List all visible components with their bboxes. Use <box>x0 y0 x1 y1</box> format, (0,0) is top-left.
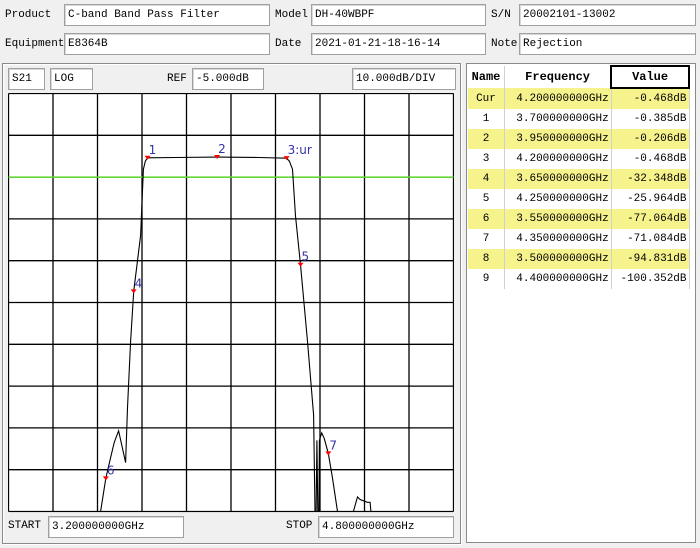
marker-label: 3:ur <box>288 143 312 157</box>
marker-name: 6 <box>468 209 505 229</box>
marker-row[interactable]: Cur 4.200000000GHz -0.468dB <box>468 88 690 109</box>
marker-name: 1 <box>468 109 505 129</box>
marker-value: -25.964dB <box>611 189 690 209</box>
marker-value: -71.084dB <box>611 229 690 249</box>
marker-row[interactable]: 2 3.950000000GHz -0.206dB <box>468 129 690 149</box>
ref-label: REF <box>167 73 187 85</box>
marker-frequency: 3.550000000GHz <box>504 209 612 229</box>
marker-label: 2 <box>218 142 226 156</box>
marker-value: -94.831dB <box>611 249 690 269</box>
marker-value: -77.064dB <box>611 209 690 229</box>
marker-frequency: 4.400000000GHz <box>504 269 612 289</box>
format-field[interactable]: LOG <box>50 68 93 90</box>
marker-row[interactable]: 9 4.400000000GHz -100.352dB <box>468 269 690 289</box>
marker-value: -32.348dB <box>611 169 690 189</box>
equipment-label: Equipment <box>5 38 65 50</box>
trace-plot[interactable]: 1 2 3:ur 4 5 6 7 <box>8 93 454 513</box>
ref-field[interactable]: -5.000dB <box>192 68 264 90</box>
marker-name: 9 <box>468 269 505 289</box>
marker-frequency: 4.250000000GHz <box>504 189 612 209</box>
marker-name: 5 <box>468 189 505 209</box>
trace-line <box>100 156 372 513</box>
stop-field[interactable]: 4.800000000GHz <box>318 516 454 538</box>
start-label: START <box>8 520 42 532</box>
marker-row[interactable]: 5 4.250000000GHz -25.964dB <box>468 189 690 209</box>
marker-frequency: 3.500000000GHz <box>504 249 612 269</box>
product-label: Product <box>5 9 52 21</box>
marker-frequency: 3.950000000GHz <box>504 129 612 149</box>
sn-field[interactable]: 20002101-13002 <box>519 4 696 26</box>
marker-name: 7 <box>468 229 505 249</box>
marker-row[interactable]: 7 4.350000000GHz -71.084dB <box>468 229 690 249</box>
marker-label: 7 <box>329 438 337 452</box>
marker-value: -0.468dB <box>611 149 690 169</box>
marker-frequency: 3.650000000GHz <box>504 169 612 189</box>
product-field[interactable]: C-band Band Pass Filter <box>64 4 270 26</box>
marker-value: -0.206dB <box>611 129 690 149</box>
date-label: Date <box>275 38 302 50</box>
marker-row[interactable]: 4 3.650000000GHz -32.348dB <box>468 169 690 189</box>
marker-label: 5 <box>302 250 310 264</box>
marker-label: 1 <box>149 143 157 157</box>
sn-label: S/N <box>491 9 511 21</box>
marker-value: -100.352dB <box>611 269 690 289</box>
marker-label: 6 <box>107 463 115 477</box>
marker-name: 4 <box>468 169 505 189</box>
marker-row[interactable]: 8 3.500000000GHz -94.831dB <box>468 249 690 269</box>
date-field[interactable]: 2021-01-21-18-16-14 <box>311 33 486 55</box>
equipment-field[interactable]: E8364B <box>64 33 270 55</box>
marker-frequency: 4.200000000GHz <box>504 149 612 169</box>
marker-name: 8 <box>468 249 505 269</box>
header-frequency[interactable]: Frequency <box>504 66 612 88</box>
note-label: Note <box>491 38 518 50</box>
start-field[interactable]: 3.200000000GHz <box>48 516 184 538</box>
marker-frequency: 4.350000000GHz <box>504 229 612 249</box>
marker-row[interactable]: 1 3.700000000GHz -0.385dB <box>468 109 690 129</box>
note-field[interactable]: Rejection <box>519 33 696 55</box>
parameter-field[interactable]: S21 <box>8 68 45 90</box>
marker-label: 4 <box>135 276 143 290</box>
stop-label: STOP <box>286 520 313 532</box>
marker-table: Name Frequency Value Cur 4.200000000GHz -0… <box>468 65 690 289</box>
model-label: Model <box>275 9 309 21</box>
header-name[interactable]: Name <box>468 66 505 88</box>
marker-name: 3 <box>468 149 505 169</box>
scale-field[interactable]: 10.000dB/DIV <box>352 68 456 90</box>
marker-value: -0.468dB <box>611 88 690 109</box>
marker-name: 2 <box>468 129 505 149</box>
marker-row[interactable]: 6 3.550000000GHz -77.064dB <box>468 209 690 229</box>
marker-frequency: 4.200000000GHz <box>504 88 612 109</box>
marker-value: -0.385dB <box>611 109 690 129</box>
header-value[interactable]: Value <box>610 65 690 89</box>
model-field[interactable]: DH-40WBPF <box>311 4 486 26</box>
marker-row[interactable]: 3 4.200000000GHz -0.468dB <box>468 149 690 169</box>
marker-name: Cur <box>468 88 505 109</box>
marker-frequency: 3.700000000GHz <box>504 109 612 129</box>
